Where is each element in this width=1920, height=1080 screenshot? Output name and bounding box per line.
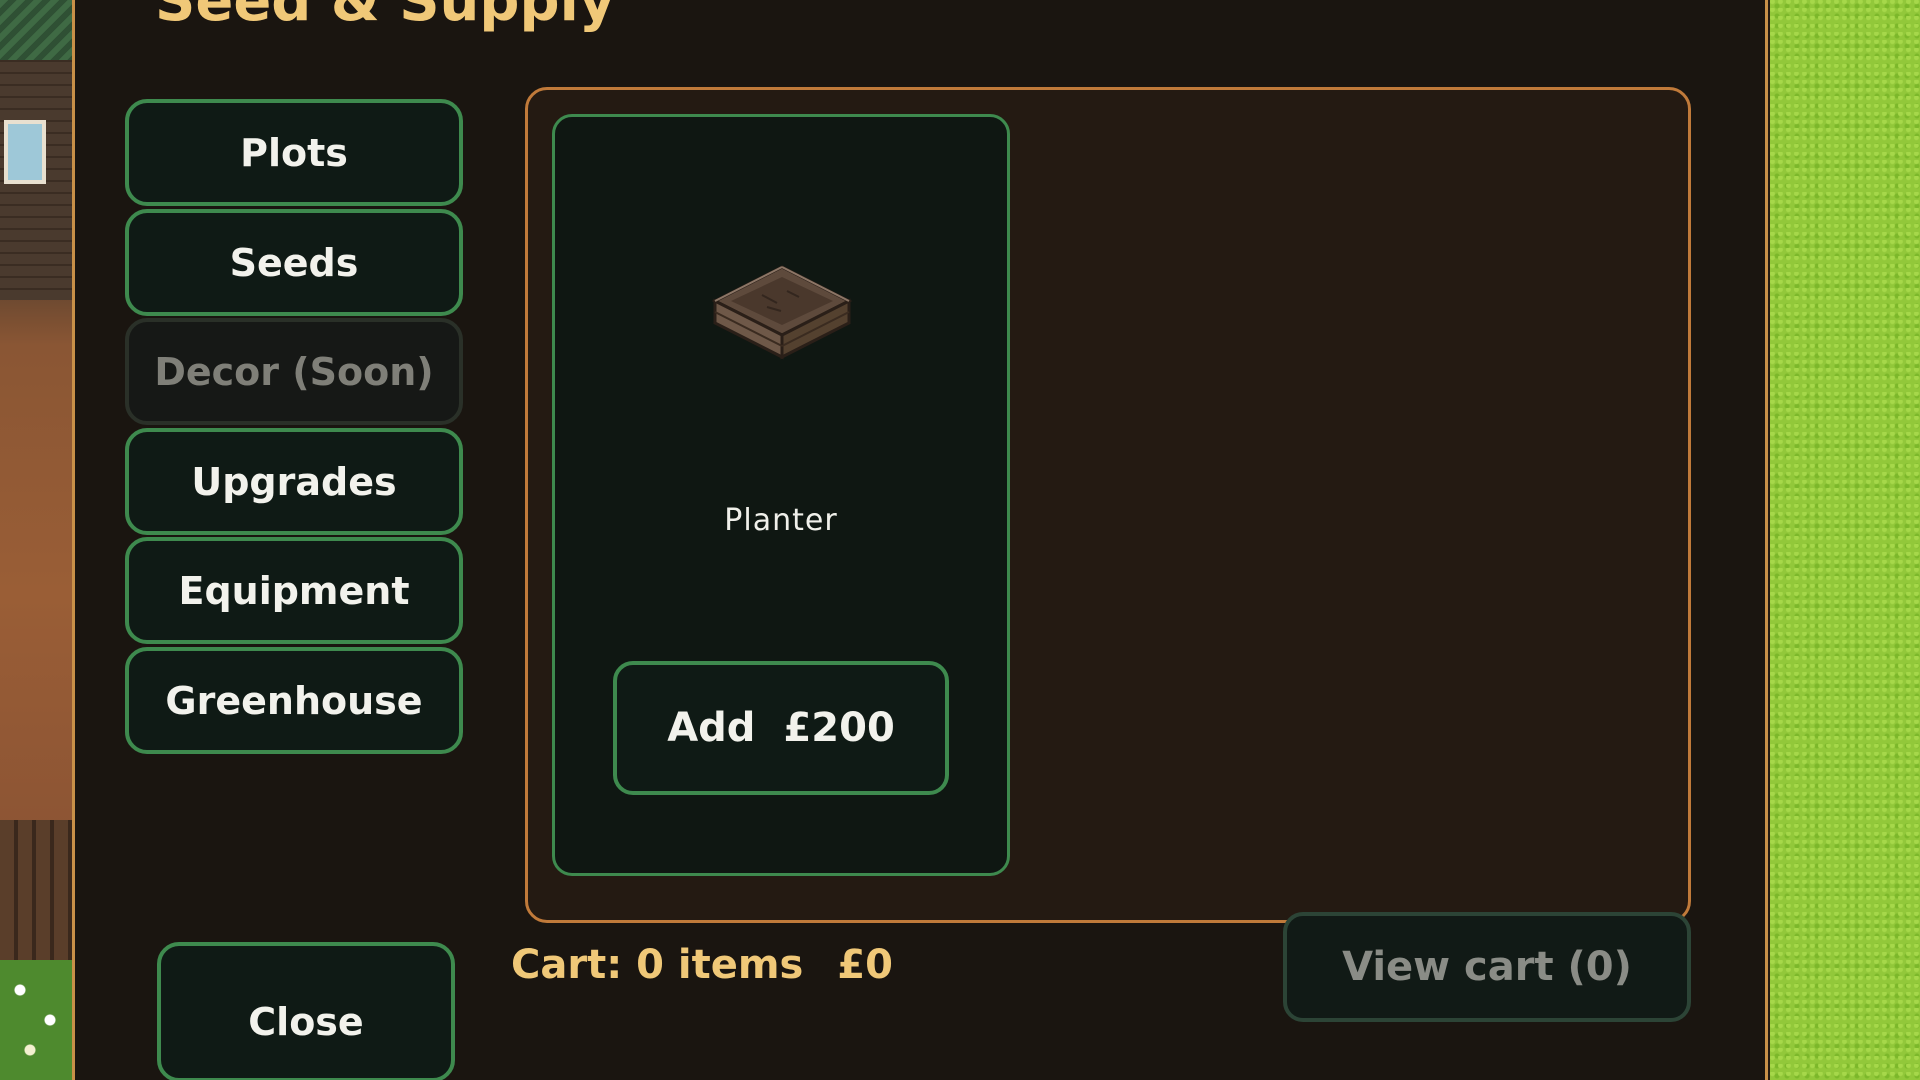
cart-total: £0 — [837, 942, 893, 988]
house-window — [4, 120, 46, 184]
item-name: Planter — [724, 503, 838, 538]
shop-title: Seed & Supply — [155, 0, 616, 34]
add-label: Add — [667, 705, 756, 751]
category-button-greenhouse[interactable]: Greenhouse — [125, 647, 463, 754]
category-button-upgrades[interactable]: Upgrades — [125, 428, 463, 535]
cart-summary: Cart: 0 items £0 — [511, 942, 893, 988]
item-card-planter: Planter Add £200 — [552, 114, 1010, 876]
shop-panel: Seed & Supply Plots Seeds Decor (Soon) U… — [72, 0, 1768, 1080]
category-button-equipment[interactable]: Equipment — [125, 537, 463, 644]
category-button-decor: Decor (Soon) — [125, 318, 463, 425]
category-button-plots[interactable]: Plots — [125, 99, 463, 206]
fence-posts — [0, 820, 72, 970]
view-cart-button: View cart (0) — [1283, 912, 1691, 1022]
background-grass-right — [1770, 0, 1920, 1080]
cart-count: Cart: 0 items — [511, 942, 804, 988]
planter-icon — [711, 265, 853, 360]
flower-patch — [0, 960, 72, 1080]
background-farm-scenery-left — [0, 0, 72, 1080]
item-grid: Planter Add £200 — [525, 87, 1691, 923]
add-to-cart-button[interactable]: Add £200 — [613, 661, 949, 795]
item-price: £200 — [783, 705, 895, 751]
category-button-seeds[interactable]: Seeds — [125, 209, 463, 316]
close-button[interactable]: Close — [157, 942, 455, 1080]
